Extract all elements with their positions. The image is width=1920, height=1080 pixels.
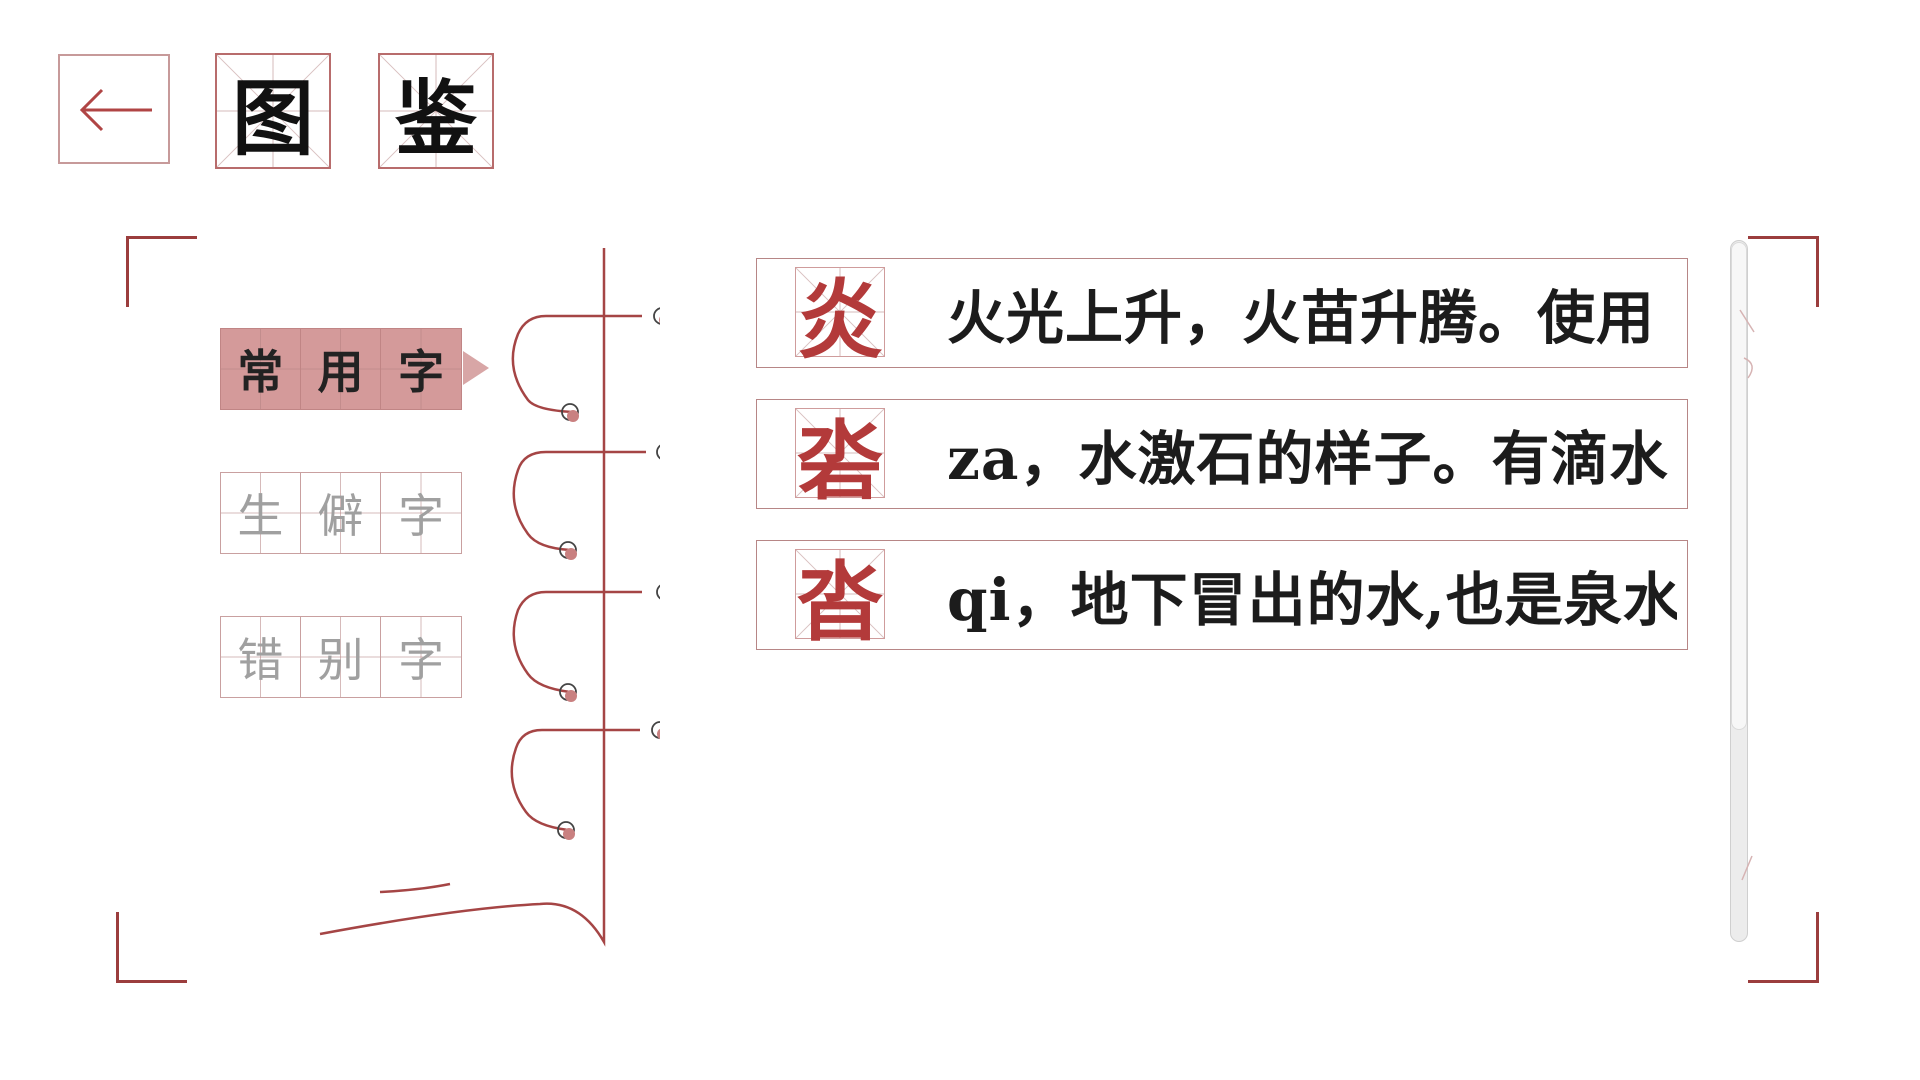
frame-corner-top-left bbox=[126, 236, 197, 307]
entry-char: 沓 bbox=[795, 549, 885, 653]
arrow-left-icon bbox=[79, 88, 152, 132]
entry-description: za，水激石的样子。有滴水 bbox=[947, 424, 1669, 493]
entry-row[interactable]: 炎 火光上升，火苗升腾。使用 bbox=[756, 258, 1688, 371]
title-char-2: 鉴 bbox=[378, 53, 494, 169]
frame-corner-bottom-left bbox=[116, 912, 187, 983]
title-char-1-text: 图 bbox=[231, 70, 314, 167]
frame-corner-top-right bbox=[1748, 236, 1819, 307]
binding-ornament bbox=[319, 248, 660, 947]
back-button[interactable] bbox=[58, 54, 170, 164]
entry-description: qi，地下冒出的水,也是泉水 bbox=[947, 565, 1677, 634]
frame-corner-bottom-right bbox=[1748, 912, 1819, 983]
entry-char: 沯 bbox=[795, 408, 885, 512]
entry-char: 炎 bbox=[795, 267, 885, 371]
entry-row[interactable]: 沓 qi，地下冒出的水,也是泉水 bbox=[756, 540, 1688, 653]
title-char-1: 图 bbox=[215, 53, 331, 169]
title-char-2-text: 鉴 bbox=[394, 70, 477, 167]
right-edge-ornament bbox=[1739, 309, 1755, 881]
entry-description: 火光上升，火苗升腾。使用 bbox=[947, 283, 1656, 352]
entry-row[interactable]: 沯 za，水激石的样子。有滴水 bbox=[756, 399, 1688, 512]
